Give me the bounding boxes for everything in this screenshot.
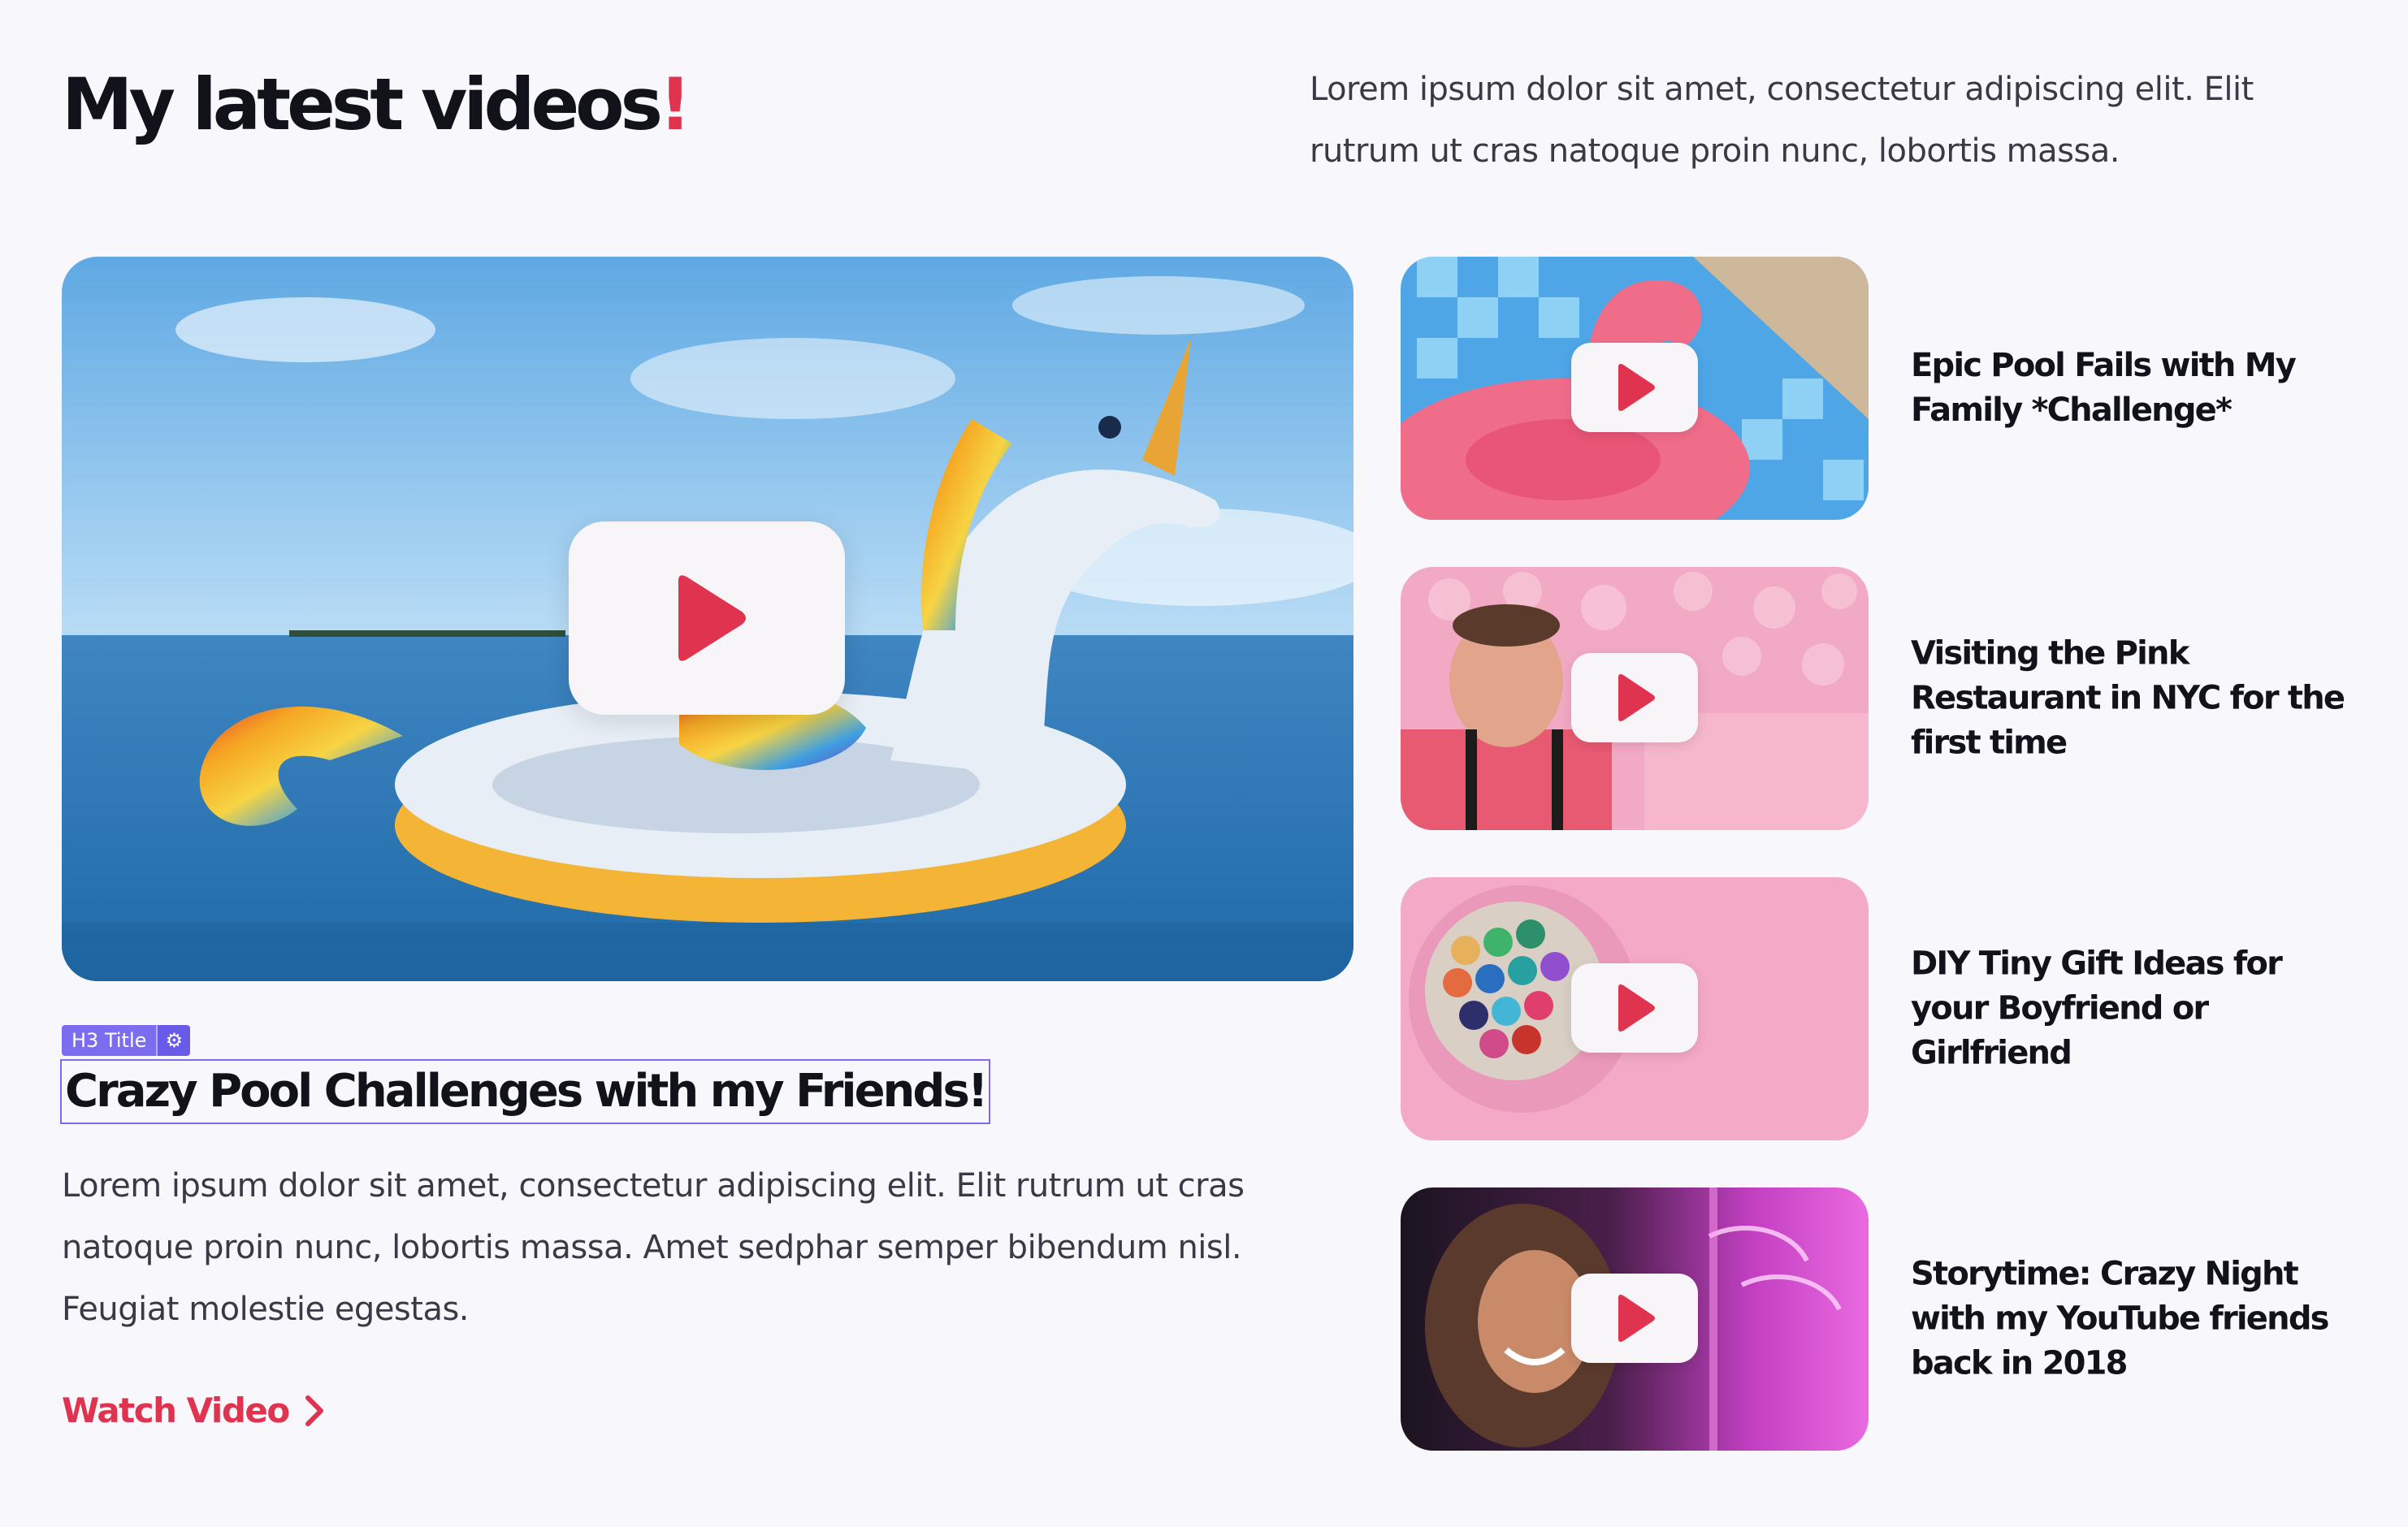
video-list-item[interactable]: Storytime: Crazy Night with my YouTube f… — [1401, 1187, 2359, 1451]
editor-element-tag[interactable]: H3 Title ⚙ — [62, 1025, 191, 1056]
video-title[interactable]: Visiting the Pink Restaurant in NYC for … — [1911, 632, 2366, 766]
play-button[interactable] — [1571, 343, 1698, 432]
editor-tag-label: H3 Title — [62, 1025, 157, 1056]
gear-icon[interactable]: ⚙ — [156, 1025, 191, 1056]
play-icon — [1618, 1295, 1655, 1342]
video-title[interactable]: Epic Pool Fails with My Family *Challeng… — [1911, 344, 2366, 433]
watch-video-link[interactable]: Watch Video — [62, 1391, 325, 1430]
video-list-item[interactable]: DIY Tiny Gift Ideas for your Boyfriend o… — [1401, 877, 2359, 1140]
video-list-item[interactable]: Visiting the Pink Restaurant in NYC for … — [1401, 567, 2359, 830]
featured-video-title[interactable]: Crazy Pool Challenges with my Friends! — [60, 1059, 991, 1124]
chevron-right-icon — [305, 1395, 323, 1426]
page-title: My latest videos! — [62, 52, 691, 158]
play-icon — [1618, 364, 1655, 411]
video-thumbnail[interactable] — [1401, 1187, 1869, 1451]
play-icon — [1618, 674, 1655, 721]
page-title-accent: ! — [659, 63, 691, 146]
video-thumbnail[interactable] — [1401, 257, 1869, 520]
video-title[interactable]: DIY Tiny Gift Ideas for your Boyfriend o… — [1911, 942, 2366, 1076]
featured-play-button[interactable] — [569, 521, 845, 715]
video-thumbnail[interactable] — [1401, 567, 1869, 830]
play-button[interactable] — [1571, 653, 1698, 742]
play-icon — [1618, 984, 1655, 1032]
intro-text: Lorem ipsum dolor sit amet, consectetur … — [1310, 71, 2254, 170]
page-title-text: My latest videos — [62, 63, 663, 146]
featured-video-description: Lorem ipsum dolor sit amet, consectetur … — [62, 1167, 1245, 1328]
play-icon — [678, 575, 746, 661]
featured-video-thumbnail[interactable] — [62, 257, 1353, 981]
play-button[interactable] — [1571, 963, 1698, 1053]
video-list-item[interactable]: Epic Pool Fails with My Family *Challeng… — [1401, 257, 2359, 520]
watch-video-label: Watch Video — [62, 1391, 290, 1430]
play-button[interactable] — [1571, 1274, 1698, 1363]
video-title[interactable]: Storytime: Crazy Night with my YouTube f… — [1911, 1252, 2366, 1386]
video-thumbnail[interactable] — [1401, 877, 1869, 1140]
